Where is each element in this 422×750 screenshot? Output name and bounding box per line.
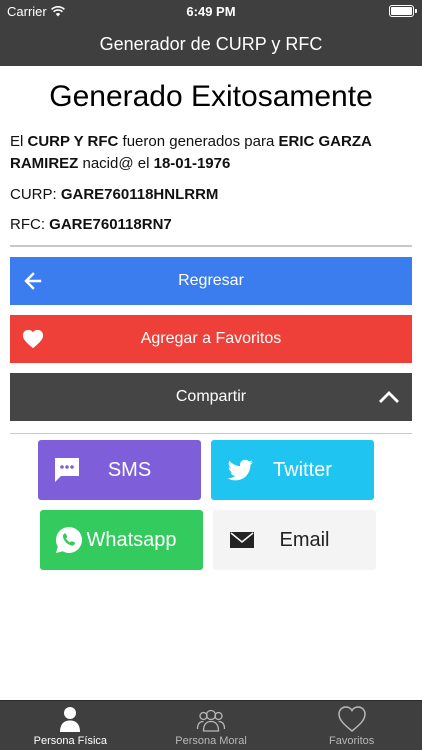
tab-label: Persona Moral [175, 735, 247, 747]
curp-label: CURP: [10, 186, 57, 203]
share-sms-button[interactable]: SMS [38, 440, 201, 500]
share-twitter-label: Twitter [273, 458, 332, 481]
share-email-button[interactable]: Email [213, 510, 376, 570]
rfc-line: RFC: GARE760118RN7 [10, 214, 412, 236]
nav-title: Generador de CURP y RFC [0, 22, 422, 66]
group-icon [196, 709, 226, 732]
curp-line: CURP: GARE760118HNLRRM [10, 184, 412, 206]
chevron-up-icon [379, 391, 399, 403]
summary-prefix: El [10, 133, 24, 150]
share-sms-label: SMS [107, 458, 152, 481]
add-favorite-label: Agregar a Favoritos [140, 330, 282, 347]
tab-favoritos[interactable]: Favoritos [281, 701, 422, 750]
rfc-label: RFC: [10, 216, 45, 233]
share-toggle-button[interactable]: Compartir [10, 373, 412, 421]
share-email-label: Email [279, 528, 330, 551]
share-options: SMS Twitter Whatsapp Email [0, 440, 422, 590]
share-whatsapp-button[interactable]: Whatsapp [40, 510, 203, 570]
tab-persona-fisica[interactable]: Persona Física [0, 701, 141, 750]
summary-born: nacid@ el [82, 155, 150, 172]
mail-icon [230, 532, 254, 548]
clock: 6:49 PM [186, 4, 236, 19]
status-bar: Carrier 6:49 PM [0, 0, 422, 22]
arrow-left-icon [24, 272, 42, 290]
share-twitter-button[interactable]: Twitter [211, 440, 374, 500]
back-button-label: Regresar [178, 272, 244, 289]
summary-curp-rfc: CURP Y RFC [27, 133, 119, 150]
rfc-value[interactable]: GARE760118RN7 [49, 216, 172, 233]
share-divider [10, 433, 412, 434]
back-button[interactable]: Regresar [10, 257, 412, 305]
battery-icon [389, 5, 417, 17]
result-summary: El CURP Y RFC fueron generados para ERIC… [10, 131, 412, 175]
summary-middle: fueron generados para [122, 133, 275, 150]
heart-icon [337, 706, 366, 732]
curp-value[interactable]: GARE760118HNLRRM [61, 186, 219, 203]
page-title: Generado Exitosamente [49, 80, 373, 113]
tab-label: Persona Física [33, 735, 108, 747]
tab-persona-moral[interactable]: Persona Moral [141, 701, 282, 750]
message-icon [55, 458, 79, 482]
summary-birthdate: 18-01-1976 [153, 155, 231, 172]
result-info: El CURP Y RFC fueron generados para ERIC… [0, 131, 422, 236]
tab-bar: Persona Física Persona Moral Favoritos [0, 700, 422, 750]
divider [10, 245, 412, 247]
add-favorite-button[interactable]: Agregar a Favoritos [10, 315, 412, 363]
whatsapp-icon [56, 527, 83, 553]
twitter-icon [227, 459, 253, 481]
tab-label: Favoritos [329, 735, 375, 747]
person-icon [60, 707, 81, 732]
heart-icon [22, 329, 44, 349]
share-toggle-label: Compartir [175, 388, 247, 405]
